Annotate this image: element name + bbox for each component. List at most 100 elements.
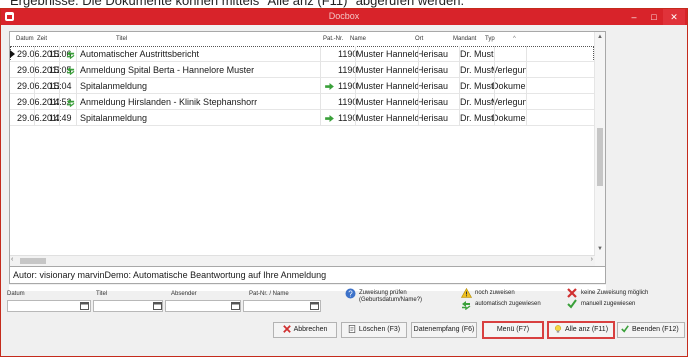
info-text: Autor: visionary marvinDemo: Automatisch… [13, 270, 327, 280]
minimize-button[interactable]: – [623, 9, 645, 25]
check-icon [621, 325, 629, 333]
table-row[interactable]: 29.06.2011 14:49 Spitalanmeldung 1190 Muster… [10, 110, 594, 126]
cell-mandant: Dr. Must [460, 65, 494, 75]
warning-triangle-icon [461, 288, 472, 298]
document-delete-icon [348, 325, 356, 334]
abbrechen-label: Abbrechen [293, 326, 328, 333]
document-info-line: Autor: visionary marvinDemo: Automatisch… [9, 266, 606, 284]
scroll-up-icon[interactable]: ▲ [595, 34, 605, 40]
cell-titel: Spitalanmeldung [80, 113, 148, 123]
menu-button[interactable]: Menü (F7) [482, 321, 544, 339]
scroll-down-icon[interactable]: ▼ [595, 246, 605, 252]
table-row[interactable]: 29.06.2011 15:04 Spitalanmeldung 1190 Muster… [10, 78, 594, 94]
filter-datum-input[interactable] [7, 300, 91, 312]
loeschen-button[interactable]: Löschen (F3) [341, 322, 407, 338]
col-header-mandant[interactable]: Mandant [453, 36, 476, 42]
scroll-right-icon[interactable]: › [591, 256, 593, 263]
title-bar: Docbox – □ ✕ [1, 9, 687, 25]
datenempfang-button[interactable]: Datenempfang (F6) [411, 322, 477, 338]
filter-label-titel: Titel [96, 291, 108, 297]
alle-anz-label: Alle anz (F11) [564, 326, 609, 333]
legend-keine-zuweisung: keine Zuweisung möglich [581, 290, 649, 296]
legend-geburtsdatum: (Geburtsdatum/Name?) [359, 297, 423, 303]
calendar-titel-icon[interactable] [153, 301, 162, 310]
cell-ort: Herisau [417, 49, 449, 59]
auto-assigned-icon [462, 301, 471, 310]
table-row[interactable]: 29.06.2011 15:05 Anmeldung Spital Berta - … [10, 62, 594, 78]
auto-assigned-icon [66, 98, 75, 107]
calendar-datum-icon[interactable] [80, 301, 89, 310]
cell-zeit: 15:04 [49, 81, 72, 91]
cell-mandant: Dr. Must [460, 113, 494, 123]
col-header-name[interactable]: Name [350, 36, 366, 42]
close-button[interactable]: ✕ [663, 9, 685, 25]
col-header-patnr[interactable]: Pat.-Nr. [323, 36, 343, 42]
horizontal-scrollbar[interactable]: ‹ › [10, 255, 595, 266]
menu-label: Menü (F7) [496, 326, 530, 333]
beenden-button[interactable]: Beenden (F12) [617, 322, 685, 338]
legend-zuweisung-pruefen: Zuweisung prüfen [359, 290, 407, 296]
cell-name: Muster Hannelore [356, 81, 420, 91]
doc-text: Ergebnisse. Die Dokumente können mittels… [10, 0, 465, 8]
legend-noch-zuweisen: noch zuweisen [475, 290, 515, 296]
datenempfang-label: Datenempfang (F6) [413, 326, 475, 333]
cell-typ: Verlegun [492, 97, 526, 107]
window-title: Docbox [328, 11, 360, 21]
table-row[interactable]: 29.06.2011 14:52 Anmeldung Hirslanden - Kl… [10, 94, 594, 110]
cell-zeit: 14:49 [49, 113, 72, 123]
vertical-scroll-thumb[interactable] [597, 128, 603, 186]
column-divider [76, 46, 77, 126]
legend-manuell-zugewiesen: manuell zugewiesen [581, 301, 636, 307]
scroll-left-icon[interactable]: ‹ [11, 256, 13, 263]
cell-titel: Anmeldung Spital Berta - Hannelore Muste… [80, 65, 255, 75]
column-divider [526, 46, 527, 126]
cell-ort: Herisau [417, 65, 449, 75]
cell-mandant: Dr. Must [460, 81, 494, 91]
col-header-zeit[interactable]: Zeit [37, 36, 47, 42]
docbox-window: Docbox – □ ✕ Datum Zeit Titel Pat.-Nr. N… [0, 8, 688, 357]
cell-name: Muster Hannelore [356, 65, 420, 75]
cancel-x-icon [282, 325, 291, 333]
cell-titel: Automatischer Austrittsbericht [80, 49, 200, 59]
cell-mandant: Dr. Must [460, 97, 494, 107]
cell-name: Muster Hannelore [356, 97, 420, 107]
vertical-scrollbar[interactable]: ▲ ▼ [594, 32, 605, 266]
beenden-label: Beenden (F12) [632, 326, 679, 333]
svg-text:?: ? [348, 290, 353, 299]
maximize-button[interactable]: □ [643, 9, 665, 25]
col-header-titel[interactable]: Titel [116, 36, 127, 42]
auto-assigned-icon [66, 66, 75, 75]
legend-automatisch-zugewiesen: automatisch zugewiesen [475, 301, 541, 307]
cell-typ: Dokumer [492, 113, 526, 123]
cell-ort: Herisau [417, 97, 449, 107]
column-divider [320, 46, 321, 126]
auto-assigned-icon [66, 50, 75, 59]
column-divider [418, 46, 419, 126]
col-header-datum[interactable]: Datum [16, 36, 34, 42]
cell-titel: Anmeldung Hirslanden - Klinik Stephansho… [80, 97, 258, 107]
calendar-patnr-icon[interactable] [310, 301, 319, 310]
filter-label-patnr: Pat-Nr. / Name [249, 291, 289, 297]
horizontal-scroll-thumb[interactable] [20, 258, 46, 264]
cell-name: Muster Hannelore [356, 49, 420, 59]
abbrechen-button[interactable]: Abbrechen [273, 322, 337, 338]
col-header-typ[interactable]: Typ [485, 36, 495, 42]
filter-label-absender: Absender [171, 291, 197, 297]
row-divider [10, 125, 594, 126]
error-x-icon [567, 288, 577, 298]
background-document-text: Ergebnisse. Die Dokumente können mittels… [0, 0, 688, 8]
cell-name: Muster Hannelore [356, 113, 420, 123]
help-question-icon: ? [345, 288, 356, 299]
column-divider [59, 46, 60, 126]
cell-mandant: Dr. Must [460, 49, 494, 59]
alle-anz-button[interactable]: Alle anz (F11) [547, 321, 615, 339]
calendar-absender-icon[interactable] [231, 301, 240, 310]
document-grid[interactable]: Datum Zeit Titel Pat.-Nr. Name Ort Manda… [9, 31, 606, 267]
check-icon [567, 299, 577, 309]
filter-label-datum: Datum [7, 291, 25, 297]
table-row[interactable]: 29.06.2011 15:06 Automatischer Austrittsbe… [10, 46, 594, 62]
col-header-ort[interactable]: Ort [415, 36, 423, 42]
loeschen-label: Löschen (F3) [358, 326, 401, 333]
row-pointer-icon [10, 50, 15, 58]
filter-absender-input[interactable] [165, 300, 241, 312]
